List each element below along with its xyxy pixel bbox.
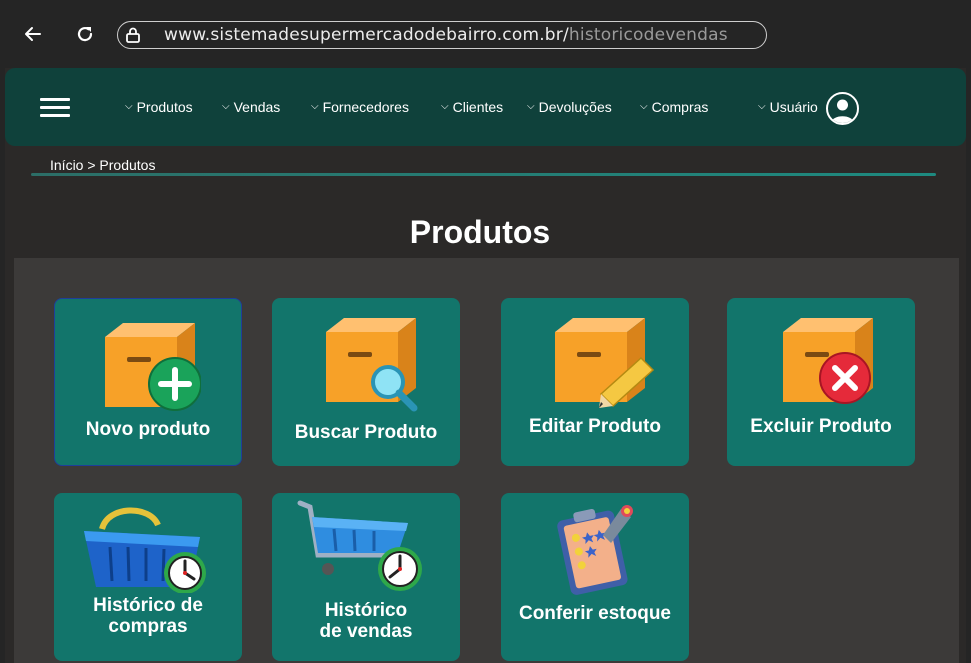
page-title: Produtos xyxy=(409,214,551,250)
cart-clock-icon xyxy=(297,500,422,591)
url-path: historicodevendas xyxy=(568,25,728,45)
chevron-down-icon: ⌵ xyxy=(758,101,766,112)
card-buscar-produto[interactable]: Buscar Produto xyxy=(272,298,460,466)
box-delete-icon xyxy=(783,318,873,404)
nav-item-usuario[interactable]: ⌵ Usuário xyxy=(758,99,818,115)
nav-item-label: Vendas xyxy=(233,99,281,115)
card-novo-produto[interactable]: Novo produto xyxy=(54,298,242,466)
nav-item-devolucoes[interactable]: ⌵ Devoluções xyxy=(527,99,612,115)
card-label: Conferir estoque xyxy=(518,603,672,624)
card-excluir-produto[interactable]: Excluir Produto xyxy=(727,298,915,466)
nav-item-label: Fornecedores xyxy=(322,99,409,115)
user-label: Usuário xyxy=(769,99,818,115)
card-historico-vendas[interactable]: Histórico de vendas xyxy=(272,493,460,661)
card-label-line1: Histórico xyxy=(324,600,408,621)
box-edit-icon xyxy=(555,318,655,408)
card-conferir-estoque[interactable]: Conferir estoque xyxy=(501,493,689,661)
nav-item-compras[interactable]: ⌵ Compras xyxy=(640,99,708,115)
address-bar[interactable]: www.sistemadesupermercadodebairro.com.br… xyxy=(117,21,767,49)
nav-item-label: Clientes xyxy=(452,99,504,115)
top-navigation: ⌵ Produtos ⌵ Vendas ⌵ Fornecedores ⌵ Cli… xyxy=(5,68,966,146)
hamburger-menu-icon[interactable] xyxy=(40,98,70,118)
reload-icon xyxy=(77,26,93,42)
card-label-line1: Histórico de xyxy=(93,595,203,616)
card-label-line2: de vendas xyxy=(319,621,413,642)
user-avatar-icon[interactable] xyxy=(826,92,859,125)
url-domain: www.sistemadesupermercadodebairro.com.br… xyxy=(164,25,569,45)
card-label: Editar Produto xyxy=(529,416,661,437)
card-label: Novo produto xyxy=(85,419,211,440)
breadcrumb-divider xyxy=(31,173,936,176)
nav-item-fornecedores[interactable]: ⌵ Fornecedores xyxy=(311,99,409,115)
reload-button[interactable] xyxy=(71,20,99,48)
card-historico-compras[interactable]: Histórico de compras xyxy=(54,493,242,661)
nav-item-vendas[interactable]: ⌵ Vendas xyxy=(222,99,280,115)
card-label: Histórico de vendas xyxy=(272,600,460,642)
browser-toolbar: www.sistemadesupermercadodebairro.com.br… xyxy=(0,0,971,68)
chevron-down-icon: ⌵ xyxy=(311,101,319,112)
chevron-down-icon: ⌵ xyxy=(222,101,230,112)
chevron-down-icon: ⌵ xyxy=(640,101,648,112)
nav-item-produtos[interactable]: ⌵ Produtos xyxy=(125,99,193,115)
box-plus-icon xyxy=(105,323,201,411)
card-label: Buscar Produto xyxy=(294,422,438,443)
chevron-down-icon: ⌵ xyxy=(125,101,133,112)
basket-clock-icon xyxy=(84,507,206,593)
chevron-down-icon: ⌵ xyxy=(441,101,449,112)
card-label: Histórico de compras xyxy=(54,595,242,637)
breadcrumb: Início > Produtos xyxy=(50,157,156,173)
box-search-icon xyxy=(326,318,418,412)
back-button[interactable] xyxy=(19,20,47,48)
card-editar-produto[interactable]: Editar Produto xyxy=(501,298,689,466)
lock-icon xyxy=(126,27,140,43)
url-text: www.sistemadesupermercadodebairro.com.br… xyxy=(164,25,728,45)
nav-item-label: Devoluções xyxy=(538,99,612,115)
card-label-line2: compras xyxy=(108,616,188,637)
nav-item-label: Compras xyxy=(651,99,709,115)
clipboard-checklist-icon xyxy=(557,505,633,595)
back-arrow-icon xyxy=(25,27,41,41)
app-frame: ⌵ Produtos ⌵ Vendas ⌵ Fornecedores ⌵ Cli… xyxy=(5,68,966,663)
card-label: Excluir Produto xyxy=(750,416,892,437)
nav-item-label: Produtos xyxy=(136,99,193,115)
chevron-down-icon: ⌵ xyxy=(527,101,535,112)
nav-item-clientes[interactable]: ⌵ Clientes xyxy=(441,99,503,115)
